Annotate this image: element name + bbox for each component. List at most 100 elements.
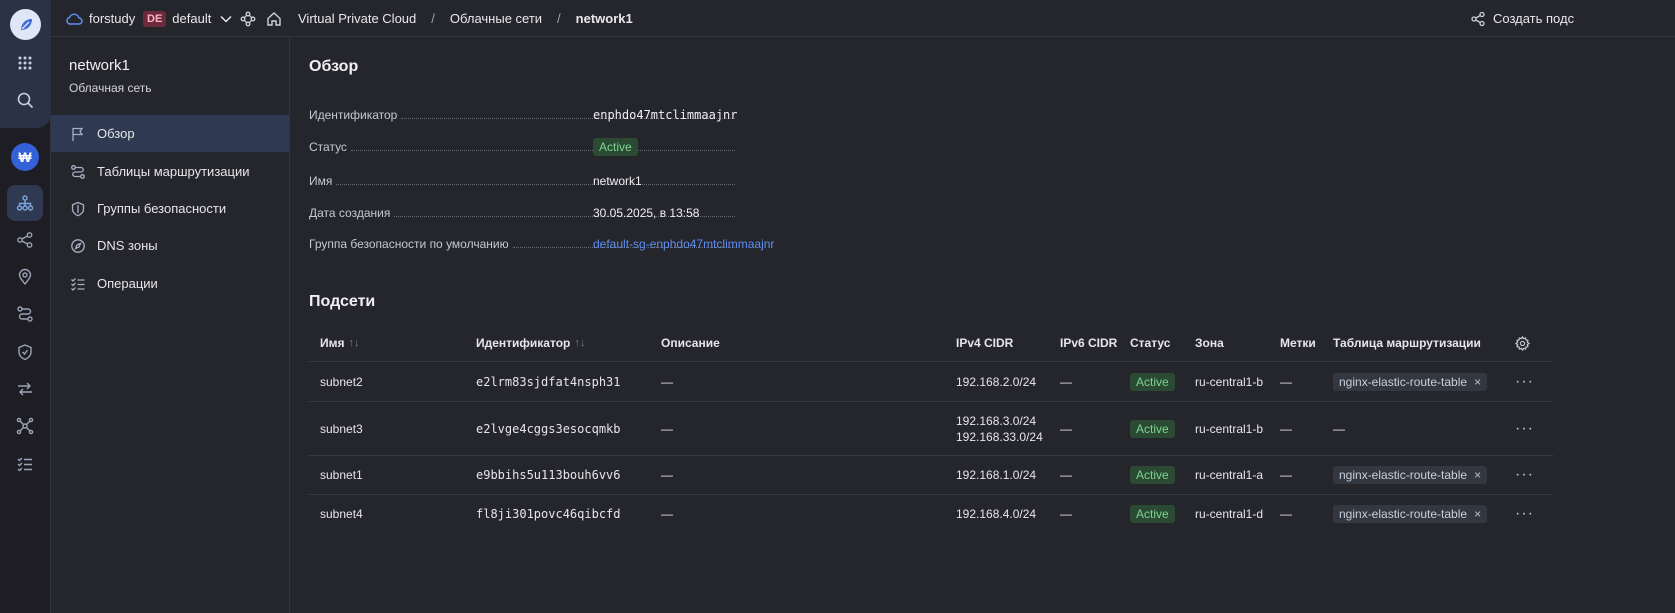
search-icon[interactable] <box>7 82 43 118</box>
col-header-zone: Зона <box>1195 325 1224 361</box>
subnet-labels: — <box>1280 374 1292 389</box>
create-subnet-button[interactable]: Создать подс <box>1470 0 1574 37</box>
nav-item-security-groups[interactable]: Группы безопасности <box>51 190 289 227</box>
subnet-ipv6: — <box>1060 507 1072 521</box>
subnet-ipv6: — <box>1060 421 1072 436</box>
prop-row-status: Статус Active <box>309 137 739 157</box>
route-table-tag[interactable]: nginx-elastic-route-table × <box>1333 505 1488 523</box>
subnet-route-table: nginx-elastic-route-table × <box>1333 495 1488 533</box>
sort-icon[interactable]: ↑↓ <box>349 337 360 349</box>
col-label: Таблица маршрутизации <box>1333 336 1481 350</box>
subnet-id: e2lrm83sjdfat4nsph31 <box>476 374 621 389</box>
row-menu-button[interactable]: ··· <box>1515 362 1534 401</box>
billing-glyph: ₩ <box>18 149 32 165</box>
status-badge: Active <box>1130 466 1175 484</box>
nav-item-route-tables[interactable]: Таблицы маршрутизации <box>51 153 289 190</box>
subnet-id: fl8ji301povc46qibcfd <box>476 507 621 521</box>
subnet-id: e9bbihs5u113bouh6vv6 <box>476 468 621 482</box>
network-id-value: enphdo47mtclimmaajnr <box>593 108 738 122</box>
gateways-icon[interactable] <box>7 371 43 407</box>
checklist-icon <box>69 275 87 293</box>
table-row[interactable]: subnet2 e2lrm83sjdfat4nsph31 — 192.168.2… <box>309 361 1553 401</box>
prop-row-id: Идентификатор enphdo47mtclimmaajnr <box>309 105 739 125</box>
nav-item-label: Обзор <box>97 126 135 141</box>
row-menu-button[interactable]: ··· <box>1515 495 1534 533</box>
route-table-tag[interactable]: nginx-elastic-route-table × <box>1333 372 1488 391</box>
cloud-icon <box>66 13 83 25</box>
ip-address-icon[interactable] <box>7 259 43 295</box>
more-icon: ··· <box>1515 505 1534 522</box>
prop-label: Группа безопасности по умолчанию <box>309 237 509 251</box>
route-table-tag[interactable]: nginx-elastic-route-table × <box>1333 466 1488 484</box>
subnet-name[interactable]: subnet3 <box>320 402 363 455</box>
route-table-name: nginx-elastic-route-table <box>1339 374 1468 389</box>
table-row[interactable]: subnet4 fl8ji301povc46qibcfd — 192.168.4… <box>309 494 1553 533</box>
status-badge: Active <box>1130 419 1175 438</box>
left-rail: ₩ <box>0 0 51 613</box>
subnet-ipv6: — <box>1060 468 1072 482</box>
breadcrumb-current: network1 <box>575 11 633 26</box>
billing-account-icon[interactable]: ₩ <box>11 143 39 171</box>
close-icon[interactable]: × <box>1474 507 1481 521</box>
nav-item-label: Таблицы маршрутизации <box>97 164 250 179</box>
subnet-name[interactable]: subnet2 <box>320 362 363 401</box>
col-label: Идентификатор <box>476 336 571 350</box>
cloud-networks-icon[interactable] <box>7 185 43 221</box>
breadcrumb-vpc[interactable]: Virtual Private Cloud <box>298 11 416 26</box>
prop-row-created: Дата создания 30.05.2025, в 13:58 <box>309 203 739 223</box>
col-label: IPv4 CIDR <box>956 336 1014 350</box>
default-sg-link[interactable]: default-sg-enphdo47mtclimmaajnr <box>593 234 774 254</box>
shield-icon <box>69 200 87 218</box>
col-label: Описание <box>661 336 720 350</box>
close-icon[interactable]: × <box>1474 468 1481 482</box>
more-icon: ··· <box>1515 419 1534 437</box>
ipv4-cidr: 192.168.3.0/24 <box>956 413 1037 428</box>
status-badge: Active <box>593 138 638 156</box>
row-menu-button[interactable]: ··· <box>1515 456 1534 494</box>
share-nodes-icon <box>1471 11 1485 26</box>
topology-icon[interactable] <box>7 408 43 444</box>
col-header-id[interactable]: Идентификатор ↑↓ <box>476 325 585 361</box>
home-icon[interactable] <box>266 0 282 37</box>
cloud-name: forstudy <box>89 11 136 26</box>
table-row[interactable]: subnet1 e9bbihs5u113bouh6vv6 — 192.168.1… <box>309 455 1553 494</box>
subnet-name[interactable]: subnet1 <box>320 456 363 494</box>
subnet-description: — <box>661 507 673 521</box>
routing-icon[interactable] <box>7 222 43 258</box>
resource-title: network1 <box>69 57 130 74</box>
subnet-name[interactable]: subnet4 <box>320 495 363 533</box>
subnet-description: — <box>661 421 673 436</box>
cloud-selector[interactable]: forstudy <box>65 0 135 37</box>
close-icon[interactable]: × <box>1474 375 1481 389</box>
subnet-status: Active <box>1130 495 1175 533</box>
status-value: Active <box>593 137 638 157</box>
security-groups-icon[interactable] <box>7 334 43 370</box>
folder-selector[interactable]: DE default <box>143 0 232 37</box>
col-header-ipv6: IPv6 CIDR <box>1060 325 1117 361</box>
nav-item-dns-zones[interactable]: DNS зоны <box>51 227 289 264</box>
services-grid-icon[interactable] <box>7 45 43 81</box>
overview-title: Обзор <box>309 58 359 75</box>
prop-row-default-sg: Группа безопасности по умолчанию default… <box>309 234 774 254</box>
subnet-id: e2lvge4cggs3esocqmkb <box>476 421 621 436</box>
col-header-name[interactable]: Имя ↑↓ <box>320 325 360 361</box>
chevron-down-icon <box>220 15 232 23</box>
table-settings-icon[interactable] <box>1515 325 1530 361</box>
operations-icon[interactable] <box>7 446 43 482</box>
topology-icon[interactable] <box>240 0 256 37</box>
route-tables-icon[interactable] <box>7 296 43 332</box>
breadcrumb-cloud-networks[interactable]: Облачные сети <box>450 11 542 26</box>
row-menu-button[interactable]: ··· <box>1515 402 1534 455</box>
sort-icon[interactable]: ↑↓ <box>574 337 585 349</box>
subnet-zone: ru-central1-d <box>1195 507 1264 521</box>
nav-item-label: Группы безопасности <box>97 201 227 216</box>
nav-item-operations[interactable]: Операции <box>51 265 289 302</box>
table-row[interactable]: subnet3 e2lvge4cggs3esocqmkb — 192.168.3… <box>309 401 1553 455</box>
prop-row-name: Имя network1 <box>309 171 739 191</box>
subnet-ipv6: — <box>1060 374 1072 389</box>
col-header-route-table: Таблица маршрутизации <box>1333 325 1481 361</box>
prop-leader <box>350 143 735 151</box>
nav-item-overview[interactable]: Обзор <box>51 115 289 152</box>
top-header: forstudy DE default Virtual Private Clou… <box>51 0 1675 37</box>
app-logo-icon[interactable] <box>10 9 41 40</box>
